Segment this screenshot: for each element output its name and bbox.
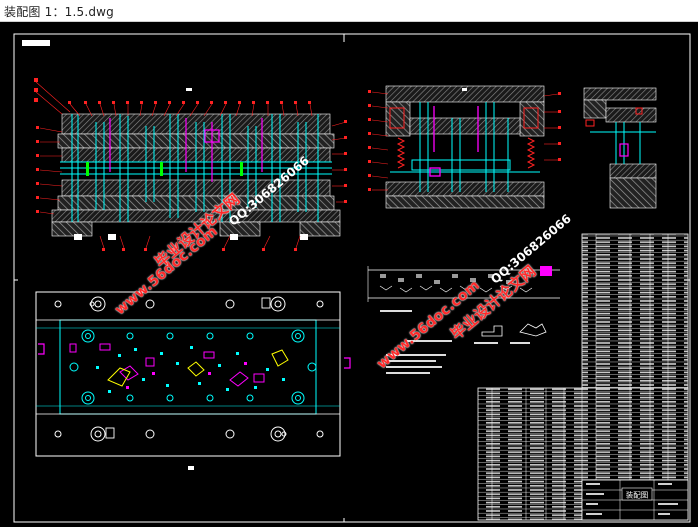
cad-drawing-viewport[interactable]: 装配图 www.56doc.com 毕业设计论文网 QQ:306826066 w… <box>0 22 698 527</box>
plan-view <box>35 291 351 470</box>
title-block-name: 装配图 <box>626 490 649 500</box>
partial-detail-view <box>583 87 657 209</box>
window-titlebar: 装配图 1：1.5.dwg <box>0 0 698 22</box>
window-title: 装配图 1：1.5.dwg <box>4 5 114 19</box>
drawing-canvas[interactable]: 装配图 <box>0 22 698 527</box>
side-section-view <box>368 85 561 209</box>
